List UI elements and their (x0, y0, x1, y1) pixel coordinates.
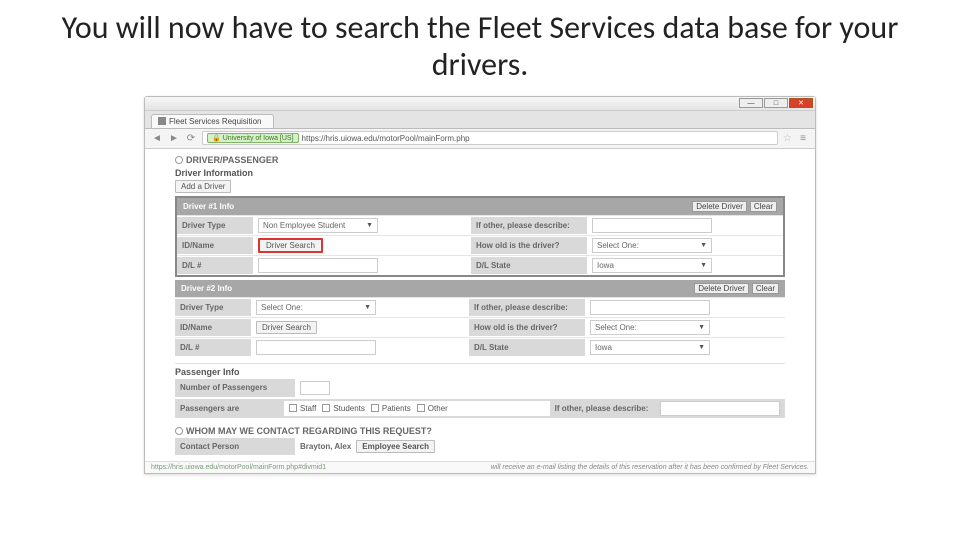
driver-search-button[interactable]: Driver Search (256, 321, 317, 334)
forward-button[interactable]: ► (168, 132, 180, 144)
lock-icon: 🔒 (212, 134, 221, 142)
chevron-down-icon: ▼ (364, 304, 371, 311)
passengers-are-row: Passengers are Staff Students Patients O… (175, 399, 785, 418)
chevron-down-icon: ▼ (366, 222, 373, 229)
driver-age-select[interactable]: Select One:▼ (592, 238, 712, 253)
checkbox-other[interactable] (417, 404, 425, 412)
chevron-down-icon: ▼ (698, 324, 705, 331)
minimize-button[interactable]: — (739, 98, 763, 108)
reload-button[interactable]: ⟳ (185, 132, 197, 144)
label-id-name: ID/Name (177, 237, 253, 254)
other-desc-input[interactable] (590, 300, 710, 315)
status-bar: https://hris.uiowa.edu/motorPool/mainFor… (145, 461, 815, 473)
radio-icon[interactable] (175, 427, 183, 435)
url-text: https://hris.uiowa.edu/motorPool/mainFor… (302, 134, 470, 143)
contact-name: Brayton, Alex (300, 442, 351, 451)
radio-icon[interactable] (175, 156, 183, 164)
chevron-down-icon: ▼ (700, 262, 707, 269)
address-bar: ◄ ► ⟳ 🔒 University of Iowa [US] https://… (145, 129, 815, 149)
label-how-old: How old is the driver? (471, 237, 587, 254)
window-titlebar: — □ ✕ (145, 97, 815, 111)
browser-window: — □ ✕ Fleet Services Requisition ◄ ► ⟳ 🔒… (144, 96, 816, 474)
status-url: https://hris.uiowa.edu/motorPool/mainFor… (151, 464, 326, 471)
num-passengers-row: Number of Passengers (175, 379, 785, 397)
back-button[interactable]: ◄ (151, 132, 163, 144)
page-content: DRIVER/PASSENGER Driver Information Add … (145, 149, 815, 461)
url-box[interactable]: 🔒 University of Iowa [US] https://hris.u… (202, 131, 778, 145)
checkbox-students[interactable] (322, 404, 330, 412)
clear-driver-button[interactable]: Clear (750, 201, 777, 212)
label-dl-state: D/L State (471, 257, 587, 274)
chevron-down-icon: ▼ (698, 344, 705, 351)
contact-person-row: Contact Person Brayton, Alex Employee Se… (175, 438, 785, 455)
label-driver-type: Driver Type (177, 217, 253, 234)
close-button[interactable]: ✕ (789, 98, 813, 108)
maximize-button[interactable]: □ (764, 98, 788, 108)
employee-search-button[interactable]: Employee Search (356, 440, 435, 453)
dl-state-select[interactable]: Iowa▼ (592, 258, 712, 273)
delete-driver-button[interactable]: Delete Driver (694, 283, 749, 294)
add-driver-button[interactable]: Add a Driver (175, 180, 231, 193)
delete-driver-button[interactable]: Delete Driver (692, 201, 747, 212)
ev-cert-badge: 🔒 University of Iowa [US] (207, 133, 299, 143)
dl-state-select[interactable]: Iowa▼ (590, 340, 710, 355)
dl-number-input[interactable] (258, 258, 378, 273)
other-desc-input[interactable] (592, 218, 712, 233)
clear-driver-button[interactable]: Clear (752, 283, 779, 294)
section-driver-passenger: DRIVER/PASSENGER (175, 155, 785, 165)
driver-1-section: Driver #1 Info Delete Driver Clear Drive… (175, 196, 785, 277)
passenger-other-input[interactable] (660, 401, 780, 416)
driver-type-select[interactable]: Non Employee Student▼ (258, 218, 378, 233)
status-note: will receive an e-mail listing the detai… (491, 464, 809, 471)
menu-button[interactable]: ≡ (797, 132, 809, 144)
favicon-icon (158, 117, 166, 125)
section-contact: WHOM MAY WE CONTACT REGARDING THIS REQUE… (175, 426, 785, 436)
driver-2-bar: Driver #2 Info Delete Driver Clear (175, 280, 785, 297)
label-dl-num: D/L # (177, 257, 253, 274)
driver-info-heading: Driver Information (175, 168, 785, 178)
checkbox-patients[interactable] (371, 404, 379, 412)
tab-bar: Fleet Services Requisition (145, 111, 815, 129)
driver-2-section: Driver #2 Info Delete Driver Clear Drive… (175, 280, 785, 357)
bookmark-star-icon[interactable]: ☆ (783, 133, 792, 144)
num-passengers-input[interactable] (300, 381, 330, 395)
label-other-desc: If other, please describe: (471, 217, 587, 234)
slide-title: You will now have to search the Fleet Se… (0, 0, 960, 88)
checkbox-staff[interactable] (289, 404, 297, 412)
dl-number-input[interactable] (256, 340, 376, 355)
driver-search-button-highlighted[interactable]: Driver Search (258, 238, 323, 253)
chevron-down-icon: ▼ (700, 242, 707, 249)
tab-title: Fleet Services Requisition (169, 117, 261, 126)
driver-type-select[interactable]: Select One:▼ (256, 300, 376, 315)
driver-1-bar: Driver #1 Info Delete Driver Clear (177, 198, 783, 215)
divider (175, 363, 785, 364)
passenger-info-heading: Passenger Info (175, 367, 785, 377)
driver-age-select[interactable]: Select One:▼ (590, 320, 710, 335)
browser-tab[interactable]: Fleet Services Requisition (151, 114, 274, 128)
